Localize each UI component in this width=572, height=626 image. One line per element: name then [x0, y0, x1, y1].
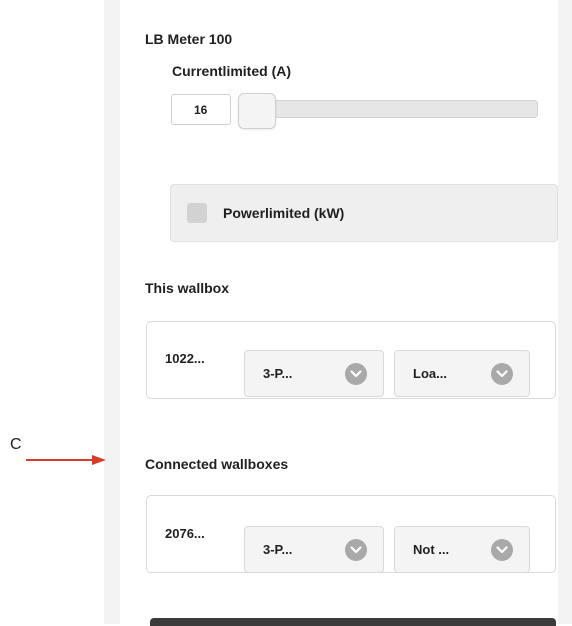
connected-wallbox-phase-dropdown[interactable]: 3-P...	[244, 526, 384, 573]
connected-wallbox-id: 2076...	[165, 526, 205, 541]
dropdown-label: 3-P...	[263, 542, 293, 557]
power-limit-label: Powerlimited (kW)	[223, 205, 345, 221]
annotation-letter: C	[10, 436, 22, 453]
this-wallbox-id: 1022...	[165, 351, 205, 366]
dropdown-label: Loa...	[413, 366, 447, 381]
connected-wallbox-mode-dropdown[interactable]: Not ...	[394, 526, 530, 573]
current-limit-label: Currentlimited (A)	[172, 63, 291, 79]
chevron-down-icon	[491, 538, 513, 561]
current-value-input[interactable]: 16	[171, 94, 231, 125]
dropdown-label: 3-P...	[263, 366, 293, 381]
dropdown-label: Not ...	[413, 542, 450, 557]
power-limit-checkbox[interactable]	[187, 203, 207, 223]
meter-title: LB Meter 100	[145, 31, 233, 47]
connected-wallboxes-heading: Connected wallboxes	[145, 456, 289, 472]
this-wallbox-heading: This wallbox	[145, 280, 230, 296]
panel-right-edge	[558, 0, 572, 624]
chevron-down-icon	[345, 362, 367, 385]
current-slider-track[interactable]	[238, 100, 538, 118]
current-slider-handle[interactable]	[238, 93, 276, 129]
arrow-right-icon	[26, 455, 106, 465]
bottom-button-edge[interactable]	[150, 618, 556, 626]
chevron-down-icon	[345, 538, 367, 561]
this-wallbox-phase-dropdown[interactable]: 3-P...	[244, 350, 384, 397]
this-wallbox-mode-dropdown[interactable]: Loa...	[394, 350, 530, 397]
chevron-down-icon	[491, 362, 513, 385]
